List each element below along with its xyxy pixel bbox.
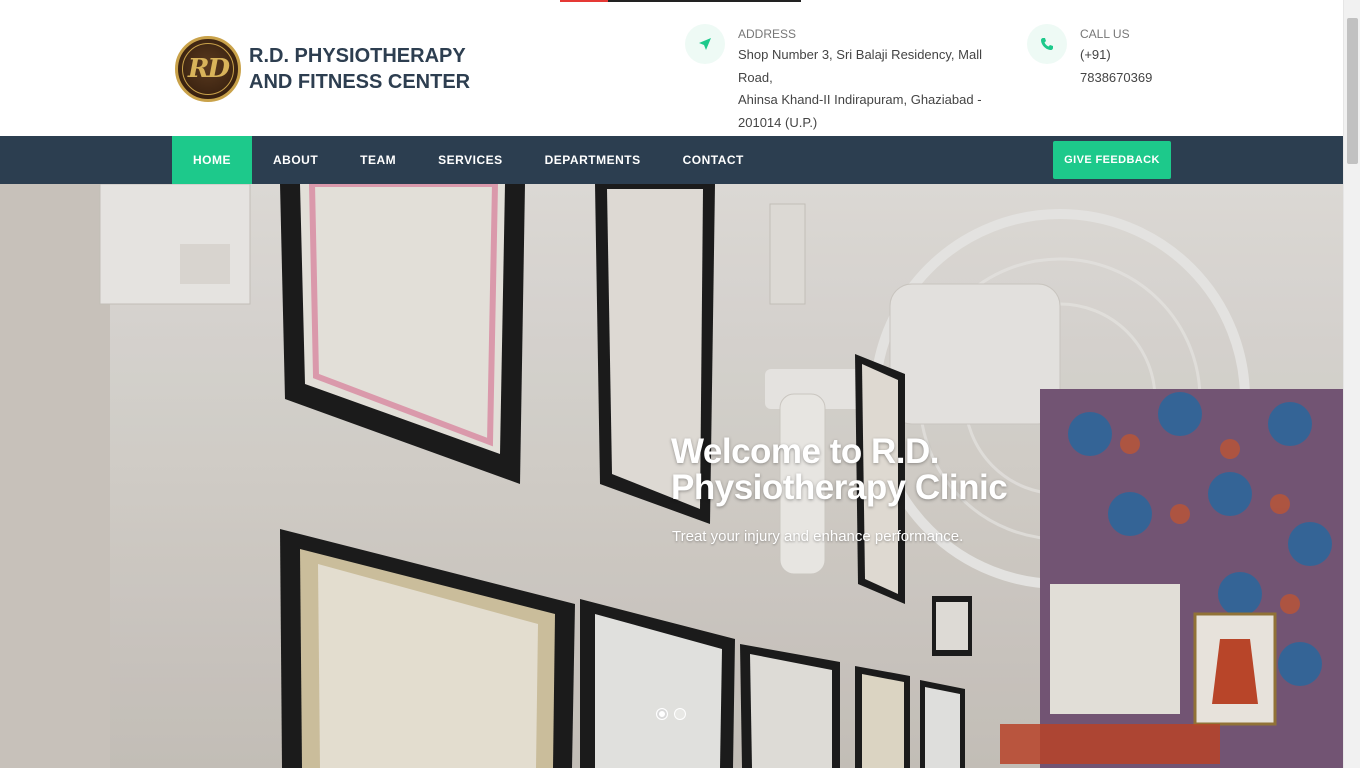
hero-slider: Welcome to R.D. Physiotherapy Clinic Tre… — [0, 184, 1343, 768]
address-line1: Shop Number 3, Sri Balaji Residency, Mal… — [738, 47, 982, 85]
nav-item-team[interactable]: TEAM — [339, 136, 417, 184]
nav-item-departments[interactable]: DEPARTMENTS — [524, 136, 662, 184]
brand-name[interactable]: R.D. PHYSIOTHERAPY AND FITNESS CENTER — [249, 43, 470, 95]
address-block: ADDRESS Shop Number 3, Sri Balaji Reside… — [685, 24, 1008, 134]
page-loading-bar — [560, 0, 801, 2]
phone-number: 7838670369 — [1080, 69, 1153, 85]
slider-pagination — [656, 708, 686, 720]
nav-menu: HOME ABOUT TEAM SERVICES DEPARTMENTS CON… — [172, 136, 765, 184]
hero-subtitle: Treat your injury and enhance performanc… — [672, 528, 964, 545]
page-scrollbar[interactable] — [1343, 0, 1360, 768]
address-label: ADDRESS — [738, 27, 797, 41]
address-line2: Ahinsa Khand-II Indirapuram, Ghaziabad - — [738, 92, 982, 107]
phone-block: CALL US (+91) 7838670369 — [1027, 24, 1170, 89]
clinic-logo[interactable]: RD — [175, 36, 241, 102]
phone-value[interactable]: (+91) 7838670369 — [1080, 44, 1170, 89]
location-arrow-icon — [699, 38, 711, 50]
site-header: RD R.D. PHYSIOTHERAPY AND FITNESS CENTER… — [0, 0, 1343, 136]
nav-item-home[interactable]: HOME — [172, 136, 252, 184]
nav-item-contact[interactable]: CONTACT — [662, 136, 765, 184]
brand[interactable]: RD R.D. PHYSIOTHERAPY AND FITNESS CENTER — [175, 36, 470, 102]
logo-ring — [182, 43, 234, 95]
slider-dot-1[interactable] — [656, 708, 668, 720]
scrollbar-thumb[interactable] — [1347, 18, 1358, 164]
hero-title-line2: Physiotherapy Clinic — [671, 468, 1008, 507]
phone-label: CALL US — [1080, 27, 1130, 41]
address-line3: 201014 (U.P.) — [738, 114, 818, 130]
loading-progress-fill — [560, 0, 608, 2]
phone-icon-wrap — [1027, 24, 1067, 64]
address-value: Shop Number 3, Sri Balaji Residency, Mal… — [738, 44, 1008, 134]
slider-dot-2[interactable] — [674, 708, 686, 720]
phone-prefix: (+91) — [1080, 47, 1111, 62]
brand-name-line2: AND FITNESS CENTER — [249, 71, 471, 93]
hero-title-line1: Welcome to R.D. — [671, 432, 940, 471]
brand-name-line1: R.D. PHYSIOTHERAPY — [249, 45, 466, 67]
phone-icon — [1041, 38, 1053, 50]
nav-item-services[interactable]: SERVICES — [417, 136, 523, 184]
give-feedback-button[interactable]: GIVE FEEDBACK — [1053, 141, 1171, 179]
hero-title: Welcome to R.D. Physiotherapy Clinic — [671, 434, 1051, 506]
nav-item-about[interactable]: ABOUT — [252, 136, 339, 184]
address-icon-wrap — [685, 24, 725, 64]
